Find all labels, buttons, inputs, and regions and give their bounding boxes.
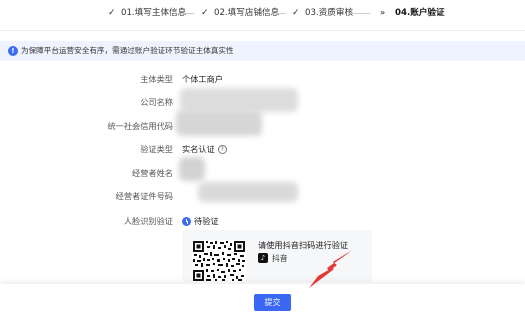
step-2: ✓ 02.填写店铺信息	[201, 7, 279, 19]
info-icon: !	[8, 46, 18, 56]
qr-code[interactable]	[192, 240, 246, 282]
submit-button[interactable]: 提交	[254, 294, 291, 311]
help-circle-icon[interactable]: ?	[217, 145, 227, 154]
operator-id-redacted	[198, 182, 298, 202]
check-icon: ✓	[201, 8, 209, 18]
step-connector	[274, 13, 286, 14]
qr-title: 请使用抖音扫码进行验证	[258, 240, 349, 250]
face-verify-status: 待验证	[182, 215, 219, 227]
entity-type-label: 主体类型	[140, 74, 173, 84]
company-name-redacted	[180, 88, 298, 112]
header-divider	[0, 30, 525, 31]
operator-name-redacted	[179, 157, 205, 181]
credit-code-label: 统一社会信用代码	[107, 121, 173, 131]
step-1: ✓ 01.填写主体信息	[108, 7, 186, 19]
tiktok-icon: ♪	[258, 253, 268, 263]
verify-type-label: 验证类型	[140, 144, 173, 154]
face-verify-status-text: 待验证	[194, 216, 219, 226]
tiktok-label: 抖音	[272, 254, 288, 263]
verify-type-text: 实名认证	[182, 144, 215, 154]
step-1-label: 01.填写主体信息	[121, 8, 187, 18]
check-icon: ✓	[292, 8, 300, 18]
step-4: » 04.账户验证	[380, 7, 445, 19]
company-name-label: 公司名称	[140, 97, 173, 107]
step-3-label: 03.资质审核	[305, 8, 354, 18]
check-icon: ✓	[108, 8, 116, 18]
entity-type-value: 个体工商户	[182, 74, 223, 84]
step-4-label: 04.账户验证	[395, 8, 445, 18]
step-3: ✓ 03.资质审核	[292, 7, 353, 19]
qr-verify-card: 请使用抖音扫码进行验证 ♪ 抖音	[182, 230, 372, 282]
notice-text: 为保障平台运营安全有序，需通过账户验证环节验证主体真实性	[21, 46, 234, 55]
step-2-label: 02.填写店铺信息	[214, 8, 280, 18]
face-verify-label: 人脸识别验证	[123, 216, 173, 226]
operator-id-label: 经营者证件号码	[115, 191, 173, 201]
progress-stepper: ✓ 01.填写主体信息 ✓ 02.填写店铺信息 ✓ 03.资质审核 » 04.账户验证	[0, 0, 525, 28]
step-connector	[182, 13, 194, 14]
operator-name-label: 经营者姓名	[132, 168, 173, 178]
verify-type-value: 实名认证?	[182, 143, 227, 155]
info-notice: ! 为保障平台运营安全有序，需通过账户验证环节验证主体真实性	[0, 41, 525, 61]
double-chevron-right-icon: »	[380, 8, 385, 17]
step-connector	[348, 13, 370, 14]
clock-icon	[182, 216, 191, 226]
credit-code-redacted	[176, 110, 262, 136]
